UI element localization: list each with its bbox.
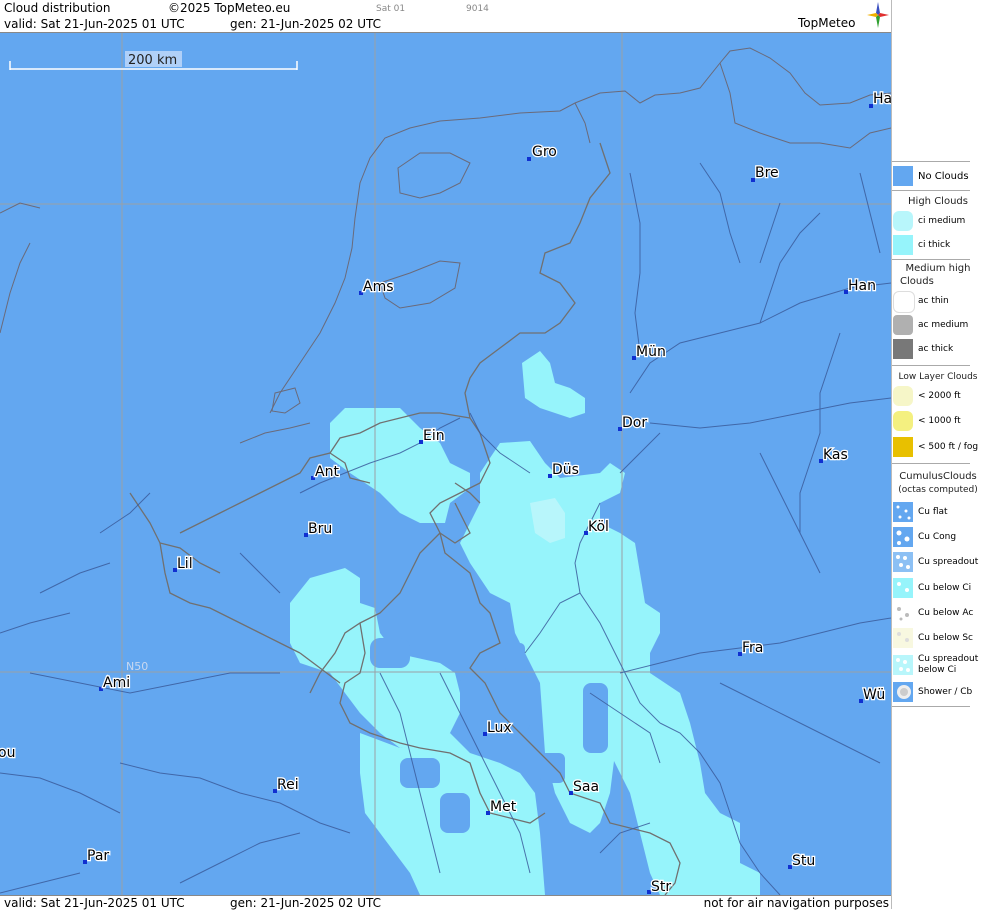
legend-label-low-2000: < 2000 ft [918,391,961,401]
city-label[interactable]: ou [0,744,17,763]
legend-head-medium-1: Medium high [905,263,971,274]
legend-label-ci-thick: ci thick [918,240,951,250]
ac-thin-swatch [893,291,915,313]
disclaimer-text: not for air navigation purposes [703,896,889,910]
legend-label-cu-spreadout: Cu spreadout [918,557,979,567]
valid-time: valid: Sat 21-Jun-2025 01 UTC [4,17,185,31]
low-500-swatch [893,437,913,457]
footer-generated-time: gen: 21-Jun-2025 02 UTC [230,896,382,910]
legend-label-ac-thin: ac thin [918,296,949,306]
city-label[interactable]: Mün [635,343,667,362]
low-1000-swatch [893,411,913,431]
topmeteo-logo-text: TopMeteo [798,16,856,30]
legend-separator [892,161,970,162]
legend-head-high: High Clouds [908,196,968,207]
city-label[interactable]: Fra [741,639,765,658]
city-label[interactable]: Ams [362,278,395,297]
legend-separator [892,706,970,707]
ci-thick-swatch [893,235,913,255]
city-label[interactable]: Lux [486,719,513,738]
map-title: Cloud distribution [4,1,111,15]
cu-cong-swatch [893,527,913,547]
shower-swatch [893,682,913,702]
city-label[interactable]: Bre [754,164,780,183]
city-label[interactable]: Saa [572,778,601,797]
legend-separator [892,365,970,366]
city-label[interactable]: Lil [176,555,194,574]
city-label[interactable]: Köl [587,518,610,537]
legend-head-low: Low Layer Clouds [898,372,978,382]
legend-label-cu-spreadout-below-ci-2: below Ci [918,665,957,675]
legend-label-cu-below-ac: Cu below Ac [918,608,974,618]
ac-thick-swatch [893,339,913,359]
city-label[interactable]: Dor [621,414,649,433]
legend-label-low-1000: < 1000 ft [918,416,961,426]
product-code: 9014 [466,4,489,14]
compass-logo-icon [867,2,889,28]
cu-below-ci-swatch [893,578,913,598]
cu-spreadout-swatch [893,552,913,572]
legend-label-shower: Shower / Cb [918,687,973,697]
legend-label-cu-below-sc: Cu below Sc [918,633,973,643]
city-label[interactable]: Wü [862,686,887,705]
legend-label-ac-medium: ac medium [918,320,969,330]
generated-time: gen: 21-Jun-2025 02 UTC [230,17,382,31]
legend-label-cu-flat: Cu flat [918,507,948,517]
cu-below-sc-swatch [893,628,913,648]
legend-label-no-clouds: No Clouds [918,171,969,182]
legend-subhead-cumulus: (octas computed) [898,485,978,495]
legend-separator [892,190,970,191]
legend-label-cu-cong: Cu Cong [918,532,957,542]
footer-valid-time: valid: Sat 21-Jun-2025 01 UTC [4,896,185,910]
legend-label-cu-spreadout-below-ci-1: Cu spreadout [918,654,979,664]
legend-label-cu-below-ci: Cu below Ci [918,583,972,593]
ci-medium-swatch [893,211,913,231]
city-label[interactable]: Ein [422,427,446,446]
legend-label-ac-thick: ac thick [918,344,954,354]
city-label[interactable]: Rei [276,776,300,795]
city-label[interactable]: Ha [872,90,891,109]
city-label[interactable]: Düs [551,461,580,480]
city-label[interactable]: Str [650,878,673,895]
city-label[interactable]: Bru [307,520,334,539]
cu-flat-swatch [893,502,913,522]
city-label[interactable]: Ami [102,674,132,693]
copyright-text: ©2025 TopMeteo.eu [168,1,291,15]
legend-label-ci-medium: ci medium [918,216,966,226]
city-label[interactable]: Gro [531,143,558,162]
map-footer: valid: Sat 21-Jun-2025 01 UTC gen: 21-Ju… [0,895,891,910]
legend-label-low-500: < 500 ft / fog [918,442,979,452]
city-label[interactable]: Met [489,798,518,817]
cu-spreadout-below-ci-swatch [893,655,913,675]
scale-label: 200 km [128,53,177,68]
sat-tag: Sat 01 [376,4,406,14]
cloud-map[interactable]: 200 km N50 Gro Bre Ha Ams Han Mün Ein Do… [0,33,891,895]
city-label[interactable]: Par [86,847,111,866]
city-label[interactable]: Han [847,277,877,296]
map-header: Cloud distribution ©2025 TopMeteo.eu Sat… [0,0,891,33]
latitude-label: N50 [126,660,148,673]
low-2000-swatch [893,386,913,406]
city-label[interactable]: Kas [822,446,849,465]
no-clouds-swatch [893,166,913,186]
legend-head-medium-2: Clouds [900,276,934,287]
legend-head-cumulus: CumulusClouds [899,471,977,482]
city-label[interactable]: Ant [314,463,341,482]
ac-medium-swatch [893,315,913,335]
legend-panel: No Clouds High Clouds ci medium ci thick… [891,0,983,909]
legend-separator [892,463,970,464]
city-label[interactable]: Stu [791,852,817,871]
cu-below-ac-swatch [893,603,913,623]
map-canvas: 200 km N50 Gro Bre Ha Ams Han Mün Ein Do… [0,33,891,895]
legend-separator [892,259,970,260]
